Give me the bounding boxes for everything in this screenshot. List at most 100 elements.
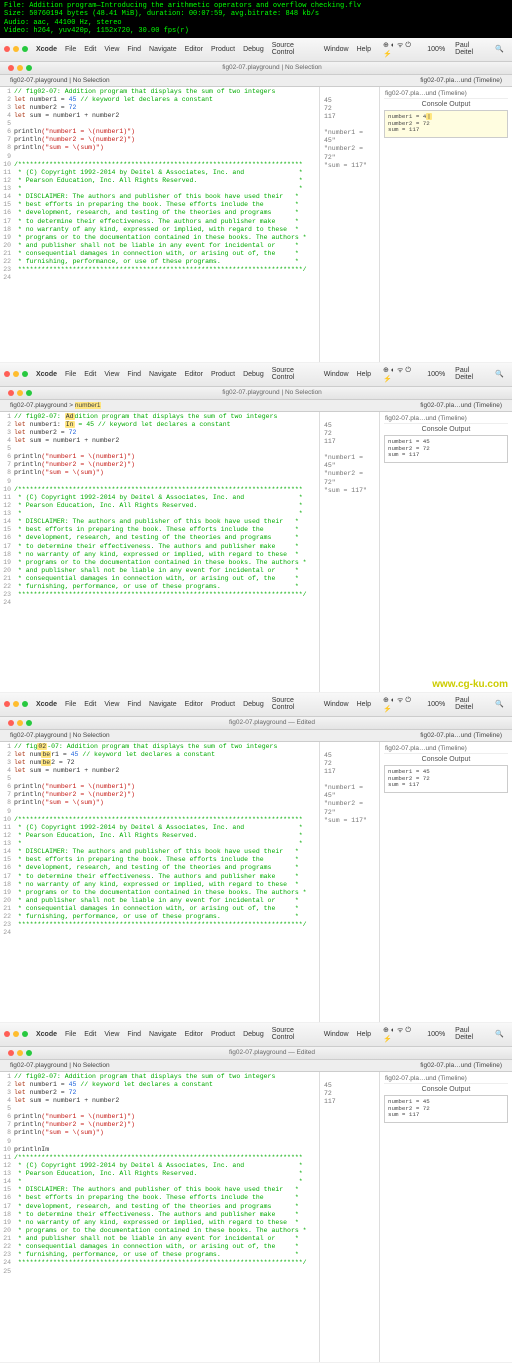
- assistant-tab[interactable]: fig02-07.pla…und (Timeline): [384, 89, 508, 99]
- doc-window-controls[interactable]: [4, 388, 36, 398]
- menu-window[interactable]: Window: [320, 700, 353, 709]
- zoom-icon[interactable]: [26, 65, 32, 71]
- menu-find[interactable]: Find: [123, 700, 145, 709]
- menu-file[interactable]: File: [61, 1030, 80, 1039]
- menu-debug[interactable]: Debug: [239, 45, 268, 54]
- code-editor[interactable]: 1// fig02-07: Addition program that disp…: [0, 742, 320, 1022]
- menu-file[interactable]: File: [61, 700, 80, 709]
- zoom-icon[interactable]: [22, 371, 28, 377]
- search-icon[interactable]: 🔍: [491, 1029, 508, 1039]
- menu-product[interactable]: Product: [207, 45, 239, 54]
- menu-window[interactable]: Window: [320, 45, 353, 54]
- minimize-icon[interactable]: [13, 371, 19, 377]
- tab-main[interactable]: fig02-07.playground | No Selection: [4, 731, 116, 740]
- app-menu[interactable]: Xcode: [32, 45, 61, 54]
- menu-find[interactable]: Find: [123, 45, 145, 54]
- search-icon[interactable]: 🔍: [491, 699, 508, 709]
- minimize-icon[interactable]: [17, 720, 23, 726]
- menu-product[interactable]: Product: [207, 700, 239, 709]
- window-controls[interactable]: [0, 700, 32, 708]
- menu-file[interactable]: File: [61, 370, 80, 379]
- search-icon[interactable]: 🔍: [491, 369, 508, 379]
- doc-window-controls[interactable]: [4, 718, 36, 728]
- menu-navigate[interactable]: Navigate: [145, 370, 181, 379]
- code-editor[interactable]: 1// fig02-07: Addition program that disp…: [0, 412, 320, 692]
- minimize-icon[interactable]: [13, 1031, 19, 1037]
- zoom-icon[interactable]: [22, 46, 28, 52]
- menu-product[interactable]: Product: [207, 370, 239, 379]
- menu-edit[interactable]: Edit: [80, 370, 100, 379]
- doc-window-controls[interactable]: [4, 1048, 36, 1058]
- menu-window[interactable]: Window: [320, 370, 353, 379]
- zoom-icon[interactable]: [26, 390, 32, 396]
- user-name[interactable]: Paul Deitel: [451, 696, 489, 712]
- menu-find[interactable]: Find: [123, 370, 145, 379]
- menu-navigate[interactable]: Navigate: [145, 1030, 181, 1039]
- menu-editor[interactable]: Editor: [181, 1030, 207, 1039]
- menu-navigate[interactable]: Navigate: [145, 45, 181, 54]
- menu-editor[interactable]: Editor: [181, 700, 207, 709]
- search-icon[interactable]: 🔍: [491, 44, 508, 54]
- tab-main[interactable]: fig02-07.playground | No Selection: [4, 76, 116, 85]
- user-name[interactable]: Paul Deitel: [451, 1026, 489, 1042]
- menu-debug[interactable]: Debug: [239, 370, 268, 379]
- menu-sourcecontrol[interactable]: Source Control: [268, 366, 320, 382]
- menu-editor[interactable]: Editor: [181, 370, 207, 379]
- menu-help[interactable]: Help: [353, 1030, 375, 1039]
- menu-edit[interactable]: Edit: [80, 1030, 100, 1039]
- menu-view[interactable]: View: [100, 45, 123, 54]
- menu-view[interactable]: View: [100, 1030, 123, 1039]
- close-icon[interactable]: [4, 46, 10, 52]
- menu-sourcecontrol[interactable]: Source Control: [268, 41, 320, 57]
- minimize-icon[interactable]: [13, 701, 19, 707]
- menu-edit[interactable]: Edit: [80, 45, 100, 54]
- close-icon[interactable]: [4, 371, 10, 377]
- app-menu[interactable]: Xcode: [32, 700, 61, 709]
- app-menu[interactable]: Xcode: [32, 1030, 61, 1039]
- window-controls[interactable]: [0, 370, 32, 378]
- app-menu[interactable]: Xcode: [32, 370, 61, 379]
- menu-product[interactable]: Product: [207, 1030, 239, 1039]
- zoom-icon[interactable]: [26, 720, 32, 726]
- minimize-icon[interactable]: [17, 65, 23, 71]
- assistant-tab[interactable]: fig02-07.pla…und (Timeline): [384, 744, 508, 754]
- window-controls[interactable]: [0, 1030, 32, 1038]
- tab-assistant[interactable]: fig02-07.pla…und (Timeline): [414, 76, 508, 85]
- breadcrumb[interactable]: fig02-07.playground | No Selection: [222, 389, 322, 396]
- breadcrumb[interactable]: fig02-07.playground — Edited: [229, 719, 315, 726]
- breadcrumb[interactable]: fig02-07.playground | No Selection: [222, 64, 322, 71]
- menu-debug[interactable]: Debug: [239, 1030, 268, 1039]
- tab-assistant[interactable]: fig02-07.pla…und (Timeline): [414, 731, 508, 740]
- menu-view[interactable]: View: [100, 370, 123, 379]
- close-icon[interactable]: [8, 390, 14, 396]
- menu-navigate[interactable]: Navigate: [145, 700, 181, 709]
- menu-debug[interactable]: Debug: [239, 700, 268, 709]
- code-editor[interactable]: 1// fig02-07: Addition program that disp…: [0, 1072, 320, 1362]
- zoom-icon[interactable]: [22, 1031, 28, 1037]
- breadcrumb[interactable]: fig02-07.playground — Edited: [229, 1049, 315, 1056]
- menu-help[interactable]: Help: [353, 45, 375, 54]
- menu-view[interactable]: View: [100, 700, 123, 709]
- menu-window[interactable]: Window: [320, 1030, 353, 1039]
- tab-assistant[interactable]: fig02-07.pla…und (Timeline): [414, 1061, 508, 1070]
- menu-sourcecontrol[interactable]: Source Control: [268, 1026, 320, 1042]
- close-icon[interactable]: [4, 1031, 10, 1037]
- user-name[interactable]: Paul Deitel: [451, 41, 489, 57]
- tab-assistant[interactable]: fig02-07.pla…und (Timeline): [414, 401, 508, 410]
- minimize-icon[interactable]: [17, 390, 23, 396]
- doc-window-controls[interactable]: [4, 63, 36, 73]
- menu-edit[interactable]: Edit: [80, 700, 100, 709]
- menu-sourcecontrol[interactable]: Source Control: [268, 696, 320, 712]
- menu-find[interactable]: Find: [123, 1030, 145, 1039]
- minimize-icon[interactable]: [17, 1050, 23, 1056]
- close-icon[interactable]: [8, 1050, 14, 1056]
- tab-main[interactable]: fig02-07.playground > number1: [4, 401, 107, 410]
- assistant-tab[interactable]: fig02-07.pla…und (Timeline): [384, 414, 508, 424]
- close-icon[interactable]: [8, 65, 14, 71]
- menu-help[interactable]: Help: [353, 370, 375, 379]
- menu-editor[interactable]: Editor: [181, 45, 207, 54]
- zoom-icon[interactable]: [22, 701, 28, 707]
- menu-help[interactable]: Help: [353, 700, 375, 709]
- minimize-icon[interactable]: [13, 46, 19, 52]
- window-controls[interactable]: [0, 45, 32, 53]
